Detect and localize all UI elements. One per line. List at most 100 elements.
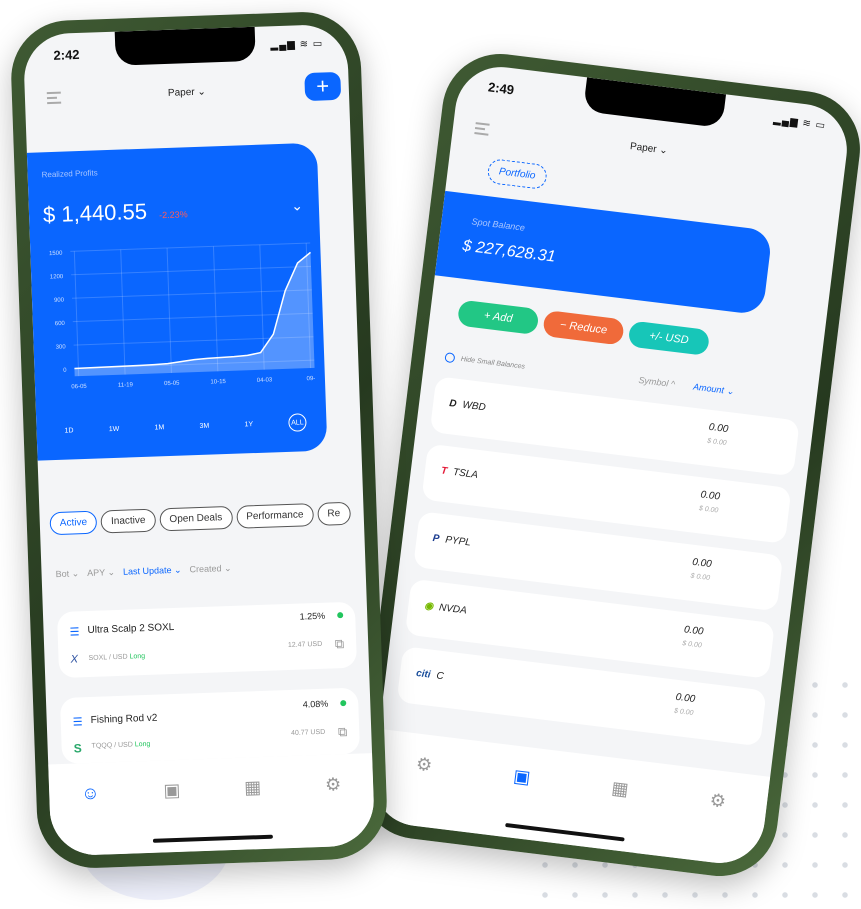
grid-line — [166, 247, 172, 373]
sort-created[interactable]: Created ⌄ — [189, 563, 231, 574]
x-tick-label: 04-03 — [257, 377, 273, 384]
bot-list-icon: ☰ — [72, 716, 83, 729]
balance-label: Spot Balance — [471, 216, 526, 233]
card-label: Realized Profits — [41, 168, 98, 180]
sort-bot[interactable]: Bot ⌄ — [55, 568, 79, 579]
grid-line — [120, 249, 126, 375]
left-phone: 2:42 ▂▄▆ ≋ ▭ Paper ⌄ + Realized Profits … — [9, 10, 389, 870]
right-phone: 2:49 ▂▄▆ ≋ ▭ Paper ⌄ Portfolio Spot Bala… — [353, 47, 861, 883]
gear-icon[interactable]: ⚙ — [702, 790, 727, 863]
tab-active[interactable]: Active — [49, 510, 98, 536]
x-tick-label: 11-19 — [118, 382, 134, 389]
y-tick-label: 900 — [54, 297, 65, 303]
bot-pair: SOXL / USD Long — [88, 653, 146, 662]
paypal-logo-icon: P — [432, 532, 441, 545]
left-screen: 2:42 ▂▄▆ ≋ ▭ Paper ⌄ + Realized Profits … — [22, 23, 376, 857]
bot-pair: TQQQ / USD Long — [91, 740, 151, 750]
notch — [114, 26, 256, 66]
bot-name: Ultra Scalp 2 SOXL — [87, 621, 175, 637]
x-tick-label: 06-05 — [71, 384, 87, 391]
sort-last-update[interactable]: Last Update ⌄ — [123, 565, 182, 577]
bottom-nav: ☺ ▣ ▦ ⚙ — [48, 753, 376, 857]
amount-sort[interactable]: Amount ⌄ — [692, 382, 735, 398]
tesla-logo-icon: T — [440, 465, 448, 478]
period-1d[interactable]: 1D — [64, 427, 73, 434]
soxl-logo-icon: X — [70, 653, 79, 666]
add-button[interactable]: + Add — [456, 299, 540, 336]
action-buttons: + Add− Reduce+/- USD — [456, 299, 716, 357]
status-time: 2:42 — [53, 46, 80, 63]
copy-icon[interactable]: ⧉ — [338, 724, 348, 740]
asset-amount: 0.00 — [708, 421, 729, 436]
gear-icon[interactable]: ⚙ — [325, 774, 344, 847]
period-all[interactable]: ALL — [288, 413, 307, 432]
portfolio-tab[interactable]: Portfolio — [486, 158, 548, 190]
sort-row: Bot ⌄ APY ⌄ Last Update ⌄ Created ⌄ — [55, 563, 231, 580]
status-icons: ▂▄▆ ≋ ▭ — [772, 114, 827, 132]
status-dot — [340, 700, 347, 707]
y-tick-label: 1500 — [49, 251, 63, 257]
bot-card[interactable]: ☰ Fishing Rod v2 S TQQQ / USD Long 4.08%… — [59, 687, 361, 764]
asset-symbol: WBD — [461, 399, 487, 414]
y-tick-label: 600 — [55, 321, 66, 327]
period-1m[interactable]: 1M — [154, 424, 164, 431]
nvidia-logo-icon: ◉ — [423, 600, 434, 613]
robot-icon[interactable]: ⚙ — [409, 754, 433, 827]
status-time: 2:49 — [487, 79, 515, 98]
grid-line — [73, 251, 80, 377]
balance-value: $ 227,628.31 — [461, 237, 557, 266]
asset-usd: $ 0.00 — [681, 640, 703, 650]
usd-button[interactable]: +/- USD — [627, 320, 711, 357]
period-1y[interactable]: 1Y — [244, 421, 253, 428]
robot-icon[interactable]: ☺ — [81, 783, 102, 856]
profit-chart: 0 300 600 900 1200 1500 06-05 11-19 05-05 10-15 04… — [49, 242, 316, 391]
grid-line — [71, 265, 312, 276]
reduce-button[interactable]: − Reduce — [542, 309, 625, 346]
asset-usd: $ 0.00 — [690, 572, 711, 582]
x-tick-label: 05-05 — [164, 381, 180, 388]
bot-list-icon: ☰ — [69, 626, 80, 639]
x-tick-label: 09- — [307, 376, 316, 382]
bot-value: 12.47 USD — [287, 640, 323, 650]
notch — [582, 77, 727, 129]
status-dot — [337, 612, 344, 619]
profit-value: $ 1,440.55 — [42, 198, 148, 228]
asset-amount: 0.00 — [699, 489, 721, 503]
add-bot-button[interactable]: + — [304, 71, 342, 102]
period-selector: 1D 1W 1M 3M 1Y ALL — [64, 413, 307, 439]
asset-amount: 0.00 — [683, 624, 704, 638]
asset-usd: $ 0.00 — [673, 707, 694, 717]
tab-open-deals[interactable]: Open Deals — [159, 505, 233, 532]
asset-amount: 0.00 — [691, 556, 713, 571]
asset-amount: 0.00 — [675, 691, 696, 706]
sort-apy[interactable]: APY ⌄ — [87, 567, 115, 578]
hide-small-toggle[interactable]: Hide Small Balances — [444, 352, 525, 372]
tab-performance[interactable]: Performance — [235, 503, 314, 529]
radio-icon — [444, 352, 456, 364]
grid-line — [212, 246, 219, 372]
y-tick-label: 300 — [56, 344, 67, 350]
asset-usd: $ 0.00 — [706, 437, 727, 448]
wbd-logo-icon: D — [448, 397, 458, 410]
bot-card[interactable]: ☰ Ultra Scalp 2 SOXL X SOXL / USD Long 1… — [56, 601, 358, 679]
hide-small-label: Hide Small Balances — [460, 355, 526, 371]
bot-name: Fishing Rod v2 — [90, 712, 158, 726]
filter-tabs: Active Inactive Open Deals Performance Re — [49, 501, 354, 536]
symbol-sort[interactable]: Symbol ^ — [638, 375, 676, 389]
bot-value: 40.77 USD — [290, 728, 326, 737]
tab-more[interactable]: Re — [317, 501, 351, 526]
bot-percent: 1.25% — [299, 610, 326, 622]
chevron-down-icon[interactable]: ⌄ — [291, 197, 303, 214]
status-icons: ▂▄▆ ≋ ▭ — [270, 38, 324, 52]
copy-icon[interactable]: ⧉ — [335, 636, 345, 652]
asset-symbol: C — [435, 670, 445, 683]
asset-symbol: TSLA — [452, 466, 479, 481]
asset-symbol: NVDA — [438, 602, 468, 617]
asset-symbol: PYPL — [444, 534, 472, 549]
period-3m[interactable]: 3M — [199, 422, 209, 429]
x-tick-label: 10-15 — [210, 379, 226, 386]
tab-inactive[interactable]: Inactive — [100, 508, 156, 534]
account-selector[interactable]: Paper ⌄ — [25, 82, 349, 104]
bottom-nav: ⚙ ▣ ▦ ⚙ — [367, 728, 771, 869]
period-1w[interactable]: 1W — [109, 425, 120, 432]
